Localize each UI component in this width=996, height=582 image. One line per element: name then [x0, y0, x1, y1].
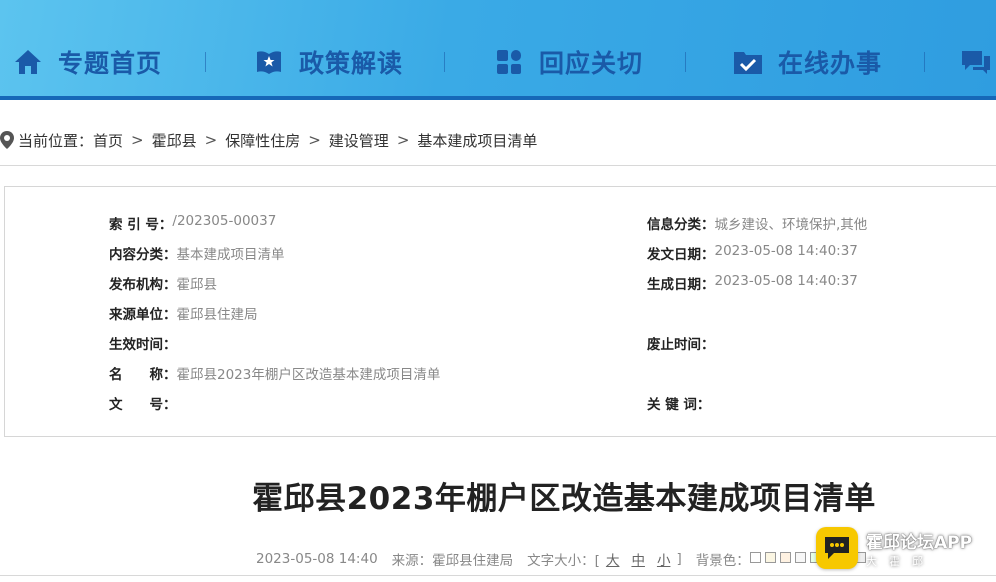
info-value: 霍邱县住建局: [176, 307, 258, 323]
nav-divider: [205, 52, 206, 72]
top-navigation: 专题首页 政策解读 回应关切 在线办事: [0, 0, 996, 100]
info-value: 霍邱县2023年棚户区改造基本建成项目清单: [176, 367, 441, 383]
info-key: 关 键 词：: [647, 397, 711, 413]
font-size-close: ]: [676, 551, 682, 567]
article-meta: 2023-05-08 14:40 来源： 霍邱县住建局 文字大小：[ 大 中 小…: [256, 549, 870, 569]
info-effective-time: 生效时间：: [109, 333, 177, 353]
article-source: 霍邱县住建局: [432, 553, 514, 569]
info-category: 信息分类： 城乡建设、环境保护,其他: [647, 213, 867, 233]
info-index-no: 索 引 号： /202305-00037: [109, 213, 276, 233]
app-logo-icon: [816, 527, 858, 569]
nav-item-online-services[interactable]: 在线办事: [732, 42, 882, 82]
breadcrumb-separator: >: [308, 131, 321, 149]
font-size-medium-button[interactable]: 中: [631, 549, 645, 569]
info-value: 2023-05-08 14:40:37: [714, 243, 858, 259]
info-value: 霍邱县: [176, 277, 218, 293]
info-key: 生效时间：: [109, 337, 177, 353]
info-value: 基本建成项目清单: [176, 247, 285, 263]
bg-color-swatch-4[interactable]: [794, 552, 806, 563]
breadcrumb-current[interactable]: 基本建成项目清单: [417, 130, 537, 151]
home-icon: [12, 46, 44, 78]
bg-color-swatch-3[interactable]: [779, 552, 791, 563]
nav-item-label: 在线办事: [778, 49, 883, 78]
grid-icon: [493, 46, 525, 78]
font-size-small-button[interactable]: 小: [657, 549, 671, 569]
info-key: 发布机构：: [109, 277, 177, 293]
checkbox-folder-icon: [732, 46, 764, 78]
info-keywords: 关 键 词：: [647, 393, 710, 413]
breadcrumb: 当前位置： 首页 > 霍邱县 > 保障性住房 > 建设管理 > 基本建成项目清单: [0, 126, 996, 154]
bg-color-swatch-1[interactable]: [749, 552, 761, 563]
nav-item-label: 回应关切: [539, 49, 644, 78]
info-key: 信息分类：: [647, 217, 715, 233]
location-pin-icon: [0, 130, 14, 150]
info-key: 文 号：: [109, 397, 177, 413]
nav-item-label: 政策解读: [299, 49, 404, 78]
breadcrumb-separator: >: [204, 131, 218, 149]
nav-item-respond-concerns[interactable]: 回应关切: [493, 42, 643, 82]
info-name: 名 称： 霍邱县2023年棚户区改造基本建成项目清单: [109, 363, 440, 383]
article-title: 霍邱县2023年棚户区改造基本建成项目清单: [252, 481, 876, 517]
info-value: 2023-05-08 14:40:37: [714, 273, 858, 289]
breadcrumb-prefix: 当前位置：: [18, 131, 94, 150]
article-date: 2023-05-08 14:40: [256, 551, 378, 567]
divider: [0, 575, 996, 576]
info-key: 来源单位：: [109, 307, 177, 323]
breadcrumb-construction-management[interactable]: 建设管理: [329, 130, 389, 151]
info-key: 内容分类：: [109, 247, 177, 263]
bg-color-swatch-2[interactable]: [764, 552, 776, 563]
app-slogan: 大霍邱: [866, 554, 935, 568]
chat-icon: [960, 46, 992, 78]
nav-divider: [924, 52, 925, 72]
info-expire-time: 废止时间：: [647, 333, 715, 353]
nav-divider: [685, 52, 686, 72]
divider: [0, 165, 996, 166]
info-content-category: 内容分类： 基本建成项目清单: [109, 243, 285, 263]
info-publish-date: 发文日期： 2023-05-08 14:40:37: [647, 243, 858, 263]
font-size-label: 文字大小：[: [527, 553, 600, 569]
info-value: 城乡建设、环境保护,其他: [714, 217, 868, 233]
app-watermark: 霍邱论坛APP 大霍邱: [816, 527, 994, 569]
info-publisher: 发布机构： 霍邱县: [109, 273, 217, 293]
breadcrumb-home[interactable]: 首页: [93, 130, 123, 151]
breadcrumb-affordable-housing[interactable]: 保障性住房: [225, 130, 300, 151]
breadcrumb-county[interactable]: 霍邱县: [152, 130, 197, 151]
info-generate-date: 生成日期： 2023-05-08 14:40:37: [647, 273, 858, 293]
nav-item-topic-home[interactable]: 专题首页: [12, 42, 162, 82]
info-doc-no: 文 号：: [109, 393, 177, 413]
book-icon: [253, 46, 285, 78]
article-source-label: 来源：: [391, 553, 433, 569]
bg-color-label: 背景色：: [695, 553, 750, 569]
info-source-unit: 来源单位： 霍邱县住建局: [109, 303, 258, 323]
nav-item-label: 专题首页: [58, 49, 163, 78]
info-key: 废止时间：: [647, 337, 715, 353]
info-key: 生成日期：: [647, 277, 715, 293]
breadcrumb-separator: >: [396, 131, 410, 149]
document-info-panel: 索 引 号： /202305-00037 信息分类： 城乡建设、环境保护,其他 …: [4, 186, 996, 437]
info-key: 索 引 号：: [109, 217, 173, 233]
info-key: 发文日期：: [647, 247, 715, 263]
nav-divider: [444, 52, 445, 72]
font-size-large-button[interactable]: 大: [606, 549, 620, 569]
breadcrumb-separator: >: [131, 131, 144, 149]
info-key: 名 称：: [109, 367, 177, 383]
nav-item-interaction[interactable]: [960, 42, 996, 82]
nav-item-policy-interpretation[interactable]: 政策解读: [253, 42, 403, 82]
info-value: /202305-00037: [172, 213, 277, 229]
app-name: 霍邱论坛APP: [866, 532, 973, 553]
